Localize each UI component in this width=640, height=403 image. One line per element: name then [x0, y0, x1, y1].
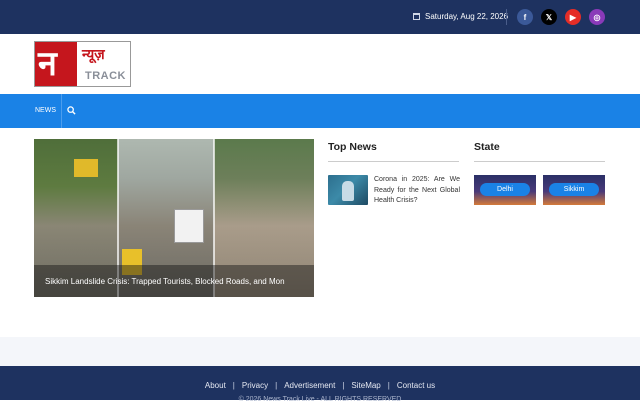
youtube-icon[interactable]: ▶: [565, 9, 581, 25]
calendar-icon: [413, 13, 420, 20]
footer-link-sitemap[interactable]: SiteMap: [351, 381, 380, 390]
state-heading: State: [474, 141, 500, 153]
footer-link-advertisement[interactable]: Advertisement: [284, 381, 335, 390]
section-divider: [328, 161, 459, 162]
nav-divider: [61, 94, 62, 128]
instagram-icon[interactable]: ◎: [589, 9, 605, 25]
section-divider: [474, 161, 605, 162]
nav-item-news[interactable]: NEWS: [35, 107, 56, 114]
featured-story[interactable]: Sikkim Landslide Crisis: Trapped Tourist…: [34, 139, 314, 297]
excavator-shape: [74, 159, 98, 177]
topbar-divider: [506, 9, 507, 25]
state-label[interactable]: Delhi: [480, 183, 530, 196]
news-headline-link[interactable]: Corona in 2025: Are We Ready for the Nex…: [374, 175, 460, 207]
logo-letter: न: [38, 44, 57, 84]
x-icon[interactable]: 𝕏: [541, 9, 557, 25]
footer-link-contact[interactable]: Contact us: [397, 381, 435, 390]
state-card-delhi[interactable]: Delhi: [474, 175, 536, 205]
content-bottom-band: [0, 337, 640, 366]
vehicle-shape: [174, 209, 204, 243]
featured-story-headline[interactable]: Sikkim Landslide Crisis: Trapped Tourist…: [45, 277, 285, 286]
date-display: Saturday, Aug 22, 2026: [413, 12, 508, 21]
logo-hindi-text: न्यूज़: [82, 47, 105, 63]
state-label[interactable]: Sikkim: [549, 183, 599, 196]
facebook-icon[interactable]: f: [517, 9, 533, 25]
search-icon[interactable]: [67, 106, 76, 115]
footer-link-about[interactable]: About: [205, 381, 226, 390]
news-thumbnail[interactable]: [328, 175, 368, 205]
state-card-sikkim[interactable]: Sikkim: [543, 175, 605, 205]
site-logo[interactable]: न न्यूज़ TRACK: [34, 41, 131, 87]
footer-link-privacy[interactable]: Privacy: [242, 381, 268, 390]
logo-english-text: TRACK: [85, 70, 126, 82]
top-news-heading: Top News: [328, 141, 377, 153]
main-nav: NEWS: [0, 94, 640, 128]
footer-links: About | Privacy | Advertisement | SiteMap | Cont…: [204, 381, 436, 390]
date-text: Saturday, Aug 22, 2026: [425, 12, 509, 21]
top-bar: Saturday, Aug 22, 2026 f 𝕏 ▶ ◎: [0, 0, 640, 34]
logo-wordmark: न्यूज़ TRACK: [77, 42, 130, 86]
